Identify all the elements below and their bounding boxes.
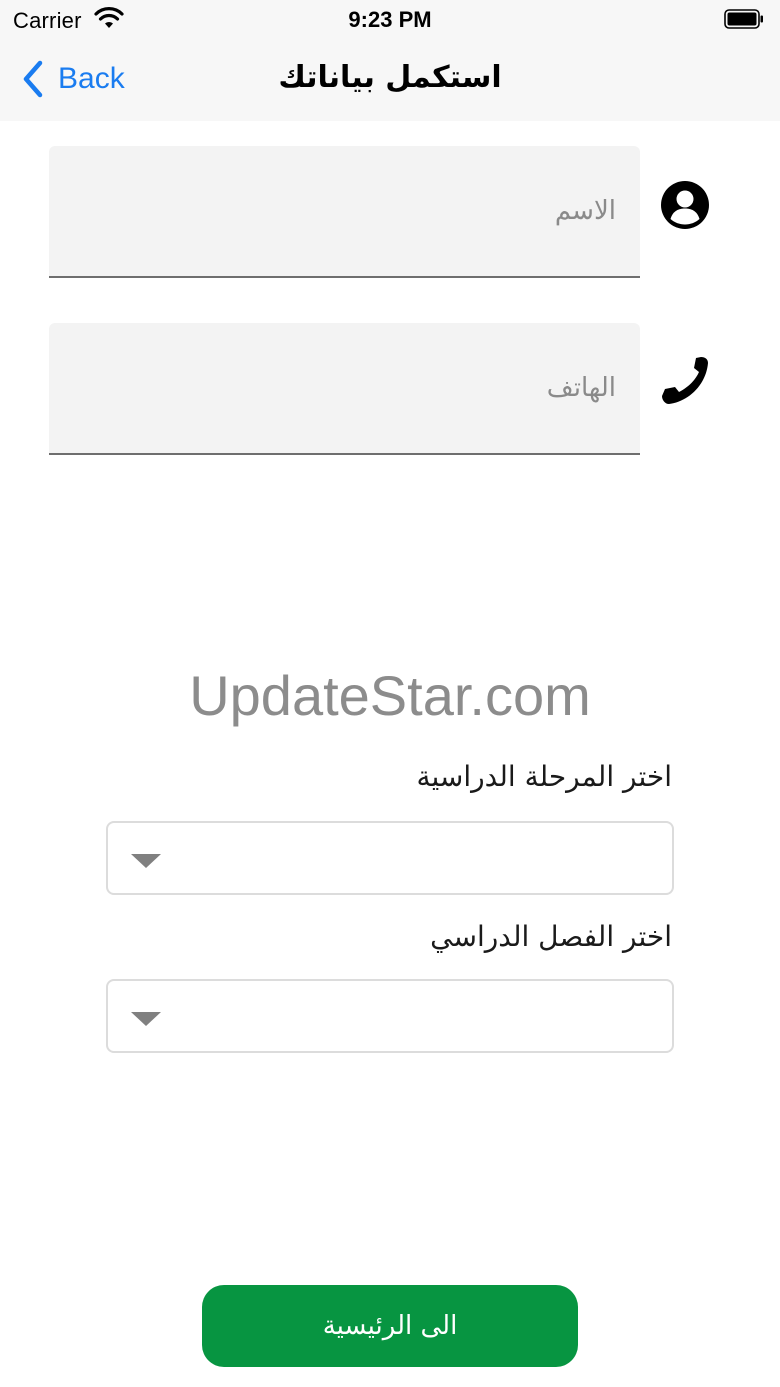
phone-field[interactable] [49,323,640,455]
home-button[interactable]: الى الرئيسية [202,1285,578,1367]
name-input[interactable] [49,146,640,276]
home-button-label: الى الرئيسية [322,1311,458,1341]
status-bar: Carrier 9:23 PM [0,0,780,40]
page-title: استكمل بياناتك [278,60,502,95]
battery-icon [724,9,763,29]
semester-dropdown[interactable] [106,979,674,1053]
stage-label: اختر المرحلة الدراسية [416,760,672,793]
stage-dropdown[interactable] [106,821,674,895]
person-icon [661,181,709,229]
navigation-bar: Back استكمل بياناتك [0,40,780,121]
phone-input[interactable] [49,323,640,453]
dropdown-arrow-icon [131,854,161,868]
semester-label: اختر الفصل الدراسي [430,920,672,953]
status-time: 9:23 PM [348,7,432,32]
watermark-text: UpdateStar.com [189,664,591,727]
name-field[interactable] [49,146,640,278]
phone-icon [662,357,708,404]
dropdown-arrow-icon [131,1012,161,1026]
